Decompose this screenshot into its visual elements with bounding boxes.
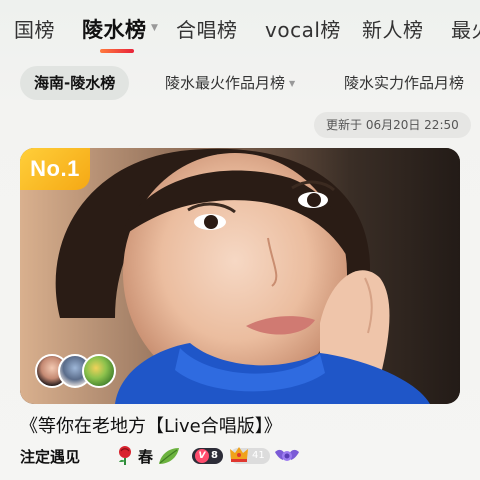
tab-newcomer[interactable]: 新人榜 — [362, 14, 424, 43]
vip-icon: V — [195, 449, 209, 463]
song-title[interactable]: 《等你在老地方【Live合唱版】》 — [20, 412, 282, 438]
top-tab-bar: 国榜 陵水榜 ▼ 合唱榜 vocal榜 新人榜 最火 — [0, 0, 480, 62]
chorus-avatars[interactable] — [35, 354, 125, 390]
subtab-strength-monthly[interactable]: 陵水实力作品月榜 — [344, 66, 464, 100]
subtab-label: 陵水最火作品月榜 — [165, 74, 286, 92]
crown-icon — [230, 447, 248, 462]
subtab-hainan-lingshui[interactable]: 海南-陵水榜 — [20, 66, 130, 100]
tab-hottest[interactable]: 最火 — [451, 14, 480, 43]
subtab-hottest-monthly[interactable]: 陵水最火作品月榜 ▼ — [165, 66, 295, 100]
author-name[interactable]: 注定遇见 — [20, 446, 80, 467]
avatar — [82, 354, 116, 388]
update-time-badge: 更新于 06月20日 22:50 — [314, 112, 471, 138]
leaf-icon — [159, 448, 179, 464]
tab-vocal[interactable]: vocal榜 — [265, 14, 341, 43]
sub-tab-bar: 海南-陵水榜 陵水最火作品月榜 ▼ 陵水实力作品月榜 — [0, 62, 480, 104]
rank-card[interactable]: No.1 — [20, 148, 460, 404]
vip-level-value: 8 — [211, 450, 218, 461]
rose-icon — [119, 446, 131, 465]
rank-number-badge: No.1 — [20, 148, 90, 190]
vip-level-badge: V8 — [192, 448, 223, 464]
chevron-down-icon: ▼ — [289, 79, 296, 88]
author-name-suffix[interactable]: 春 — [138, 446, 153, 467]
chevron-down-icon[interactable]: ▼ — [151, 23, 158, 33]
fan-level-value: 41 — [252, 450, 265, 461]
tab-chorus[interactable]: 合唱榜 — [176, 14, 238, 43]
wing-badge-icon — [275, 449, 299, 461]
active-tab-indicator — [100, 49, 134, 53]
tab-national[interactable]: 国榜 — [14, 14, 55, 43]
tab-lingshui[interactable]: 陵水榜 — [82, 14, 147, 44]
